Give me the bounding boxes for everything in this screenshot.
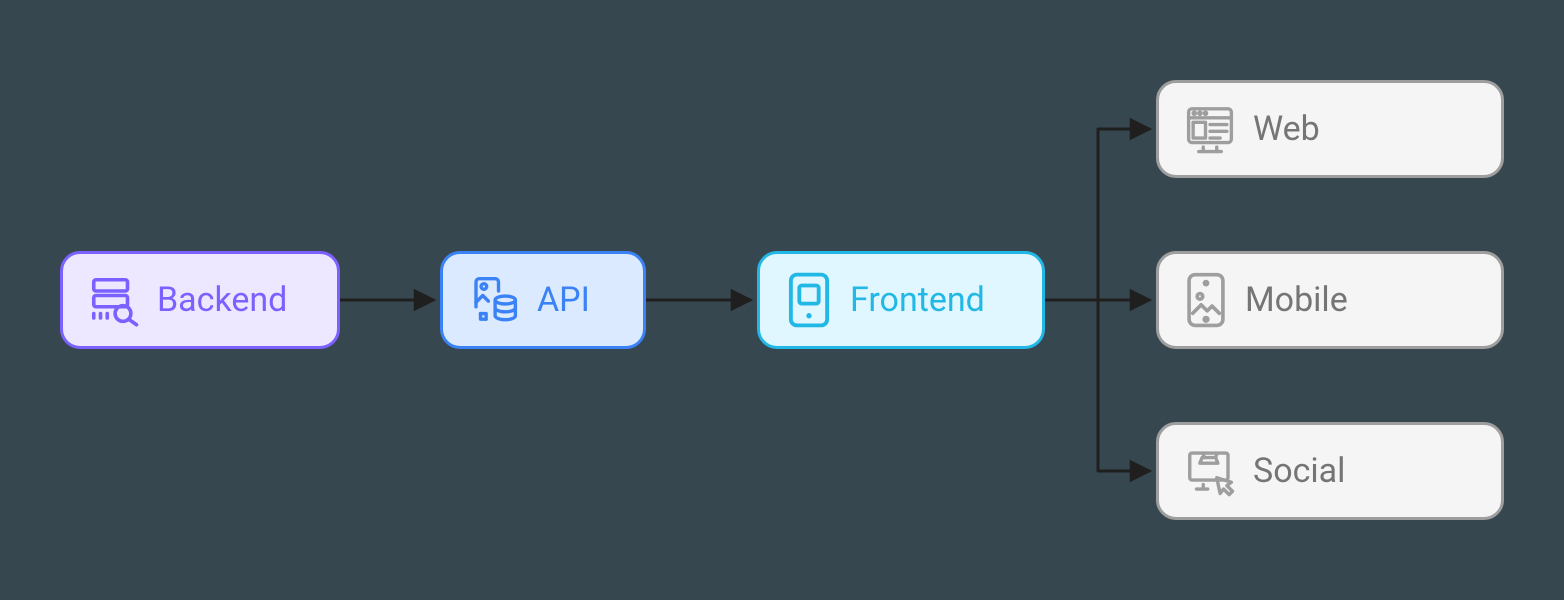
device-icon — [784, 271, 834, 329]
browser-layout-icon — [1183, 102, 1237, 156]
image-db-icon — [467, 273, 521, 327]
node-frontend: Frontend — [757, 251, 1045, 349]
node-web-label: Web — [1253, 112, 1320, 146]
shop-click-icon — [1183, 444, 1237, 498]
node-mobile: Mobile — [1156, 251, 1504, 349]
node-api: API — [440, 251, 646, 349]
edge-frontend-web — [1045, 129, 1150, 300]
node-api-label: API — [537, 283, 590, 317]
architecture-diagram: Backend API Frontend — [0, 0, 1564, 600]
phone-image-icon — [1183, 271, 1229, 329]
node-social-label: Social — [1253, 454, 1345, 488]
node-web: Web — [1156, 80, 1504, 178]
node-backend: Backend — [60, 251, 340, 349]
edge-frontend-social — [1045, 300, 1150, 471]
node-mobile-label: Mobile — [1245, 283, 1348, 317]
node-backend-label: Backend — [157, 283, 287, 317]
server-search-icon — [87, 273, 141, 327]
node-frontend-label: Frontend — [850, 283, 985, 317]
node-social: Social — [1156, 422, 1504, 520]
